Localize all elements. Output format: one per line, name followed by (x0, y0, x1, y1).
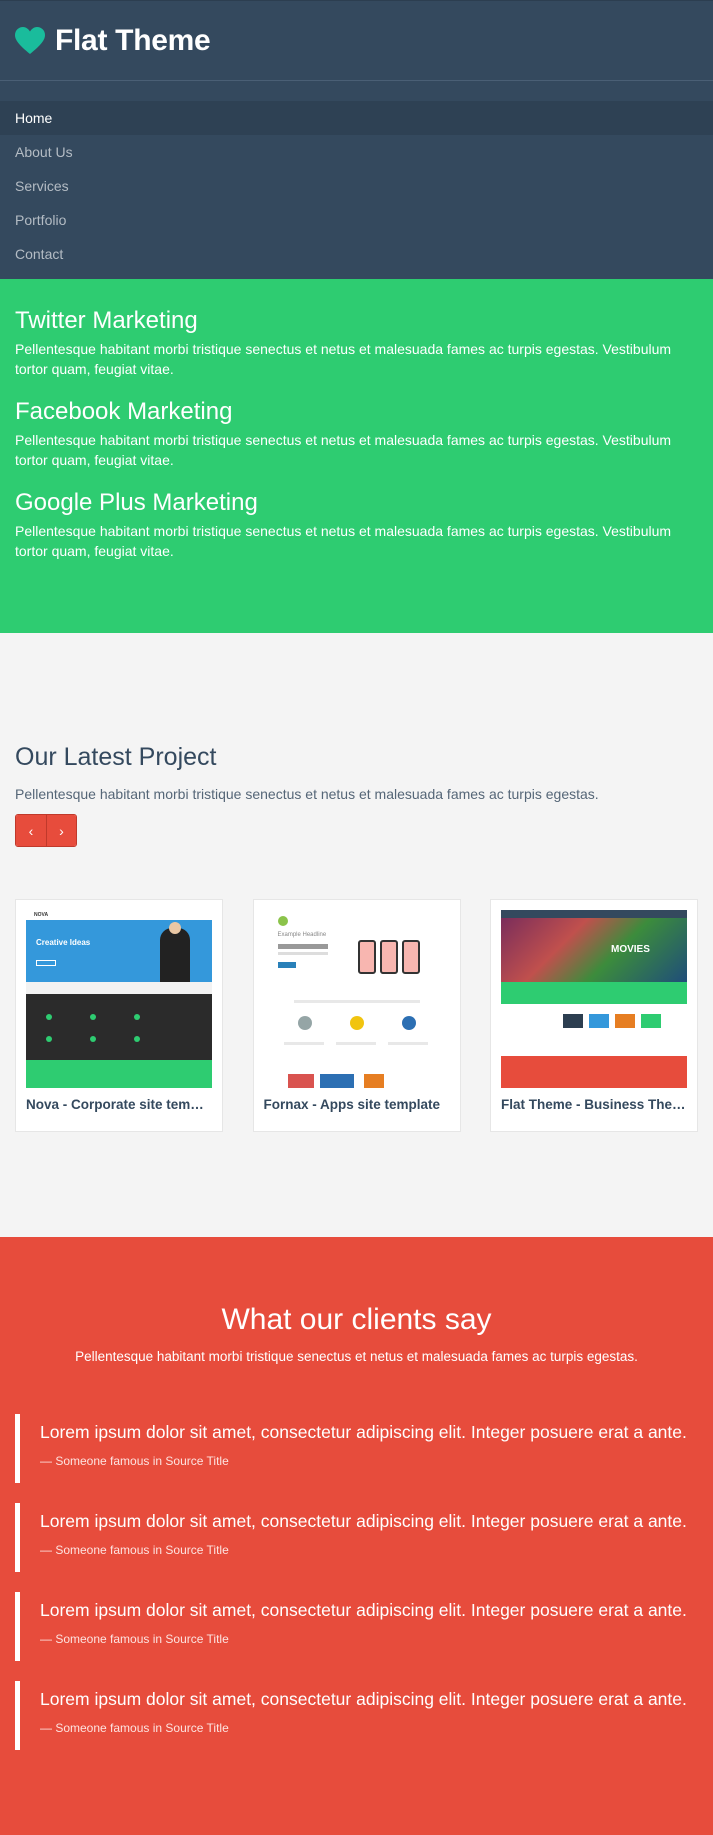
thumb-hero: Creative Ideas (26, 920, 212, 982)
project-card[interactable]: NOVA Creative Ideas Nova - Corporate sit… (15, 899, 223, 1132)
service-text: Pellentesque habitant morbi tristique se… (15, 341, 672, 377)
projects-title: Our Latest Project (15, 743, 217, 771)
project-thumbnail[interactable]: NOVA Creative Ideas (26, 910, 212, 1088)
project-card-title[interactable]: Flat Theme - Business Theme (501, 1097, 687, 1112)
site-header: Flat Theme (0, 0, 713, 81)
service-item: Twitter Marketing Pellentesque habitant … (15, 307, 698, 379)
service-title: Google Plus Marketing (15, 489, 258, 516)
quote-source: — Someone famous in Source Title (40, 1454, 229, 1468)
quote-source: — Someone famous in Source Title (40, 1632, 229, 1646)
chevron-right-icon: › (59, 822, 64, 839)
chevron-left-icon: ‹ (28, 822, 34, 839)
testimonials-title: What our clients say (221, 1303, 492, 1336)
projects-section: Our Latest Project Pellentesque habitant… (0, 633, 713, 1237)
service-title: Twitter Marketing (15, 307, 198, 334)
nav-item-contact[interactable]: Contact (0, 237, 713, 271)
nav-item-about-us[interactable]: About Us (0, 135, 713, 169)
brand-title: Flat Theme (55, 23, 211, 57)
heart-icon (15, 26, 45, 55)
service-text: Pellentesque habitant morbi tristique se… (15, 523, 672, 559)
service-title: Facebook Marketing (15, 398, 233, 425)
quote-text: Lorem ipsum dolor sit amet, consectetur … (40, 1689, 687, 1709)
quote-text: Lorem ipsum dolor sit amet, consectetur … (40, 1511, 687, 1531)
service-item: Google Plus Marketing Pellentesque habit… (15, 489, 698, 561)
carousel-prev-button[interactable]: ‹ (16, 815, 46, 846)
project-card-title[interactable]: Nova - Corporate site template (26, 1097, 212, 1112)
thumb-navbar: NOVA (26, 910, 212, 920)
testimonials-lead: Pellentesque habitant morbi tristique se… (75, 1349, 638, 1364)
project-thumbnail[interactable]: Example Headline (263, 910, 450, 1088)
quote-source: — Someone famous in Source Title (40, 1721, 229, 1735)
service-text: Pellentesque habitant morbi tristique se… (15, 432, 672, 468)
testimonial-quote: Lorem ipsum dolor sit amet, consectetur … (15, 1414, 698, 1483)
projects-lead: Pellentesque habitant morbi tristique se… (15, 786, 599, 802)
nav-item-services[interactable]: Services (0, 169, 713, 203)
carousel-controls: ‹ › (15, 814, 77, 847)
brand[interactable]: Flat Theme (15, 23, 211, 58)
project-card[interactable]: MOVIES Flat Theme - Business Theme (490, 899, 698, 1132)
services-section: Twitter Marketing Pellentesque habitant … (0, 279, 713, 633)
project-cards: NOVA Creative Ideas Nova - Corporate sit… (15, 899, 698, 1132)
project-thumbnail[interactable]: MOVIES (501, 910, 687, 1088)
carousel-next-button[interactable]: › (46, 815, 76, 846)
testimonial-quote: Lorem ipsum dolor sit amet, consectetur … (15, 1503, 698, 1572)
main-nav: Home About Us Services Portfolio Contact (0, 81, 713, 279)
testimonial-quote: Lorem ipsum dolor sit amet, consectetur … (15, 1681, 698, 1750)
testimonial-quote: Lorem ipsum dolor sit amet, consectetur … (15, 1592, 698, 1661)
nav-item-home[interactable]: Home (0, 101, 713, 135)
project-card-title[interactable]: Fornax - Apps site template (264, 1097, 450, 1112)
testimonials-section: What our clients say Pellentesque habita… (0, 1237, 713, 1835)
nav-item-portfolio[interactable]: Portfolio (0, 203, 713, 237)
project-card[interactable]: Example Headline Fornax - Apps site temp… (252, 899, 461, 1132)
quote-text: Lorem ipsum dolor sit amet, consectetur … (40, 1600, 687, 1620)
quote-text: Lorem ipsum dolor sit amet, consectetur … (40, 1422, 687, 1442)
service-item: Facebook Marketing Pellentesque habitant… (15, 398, 698, 470)
quote-source: — Someone famous in Source Title (40, 1543, 229, 1557)
